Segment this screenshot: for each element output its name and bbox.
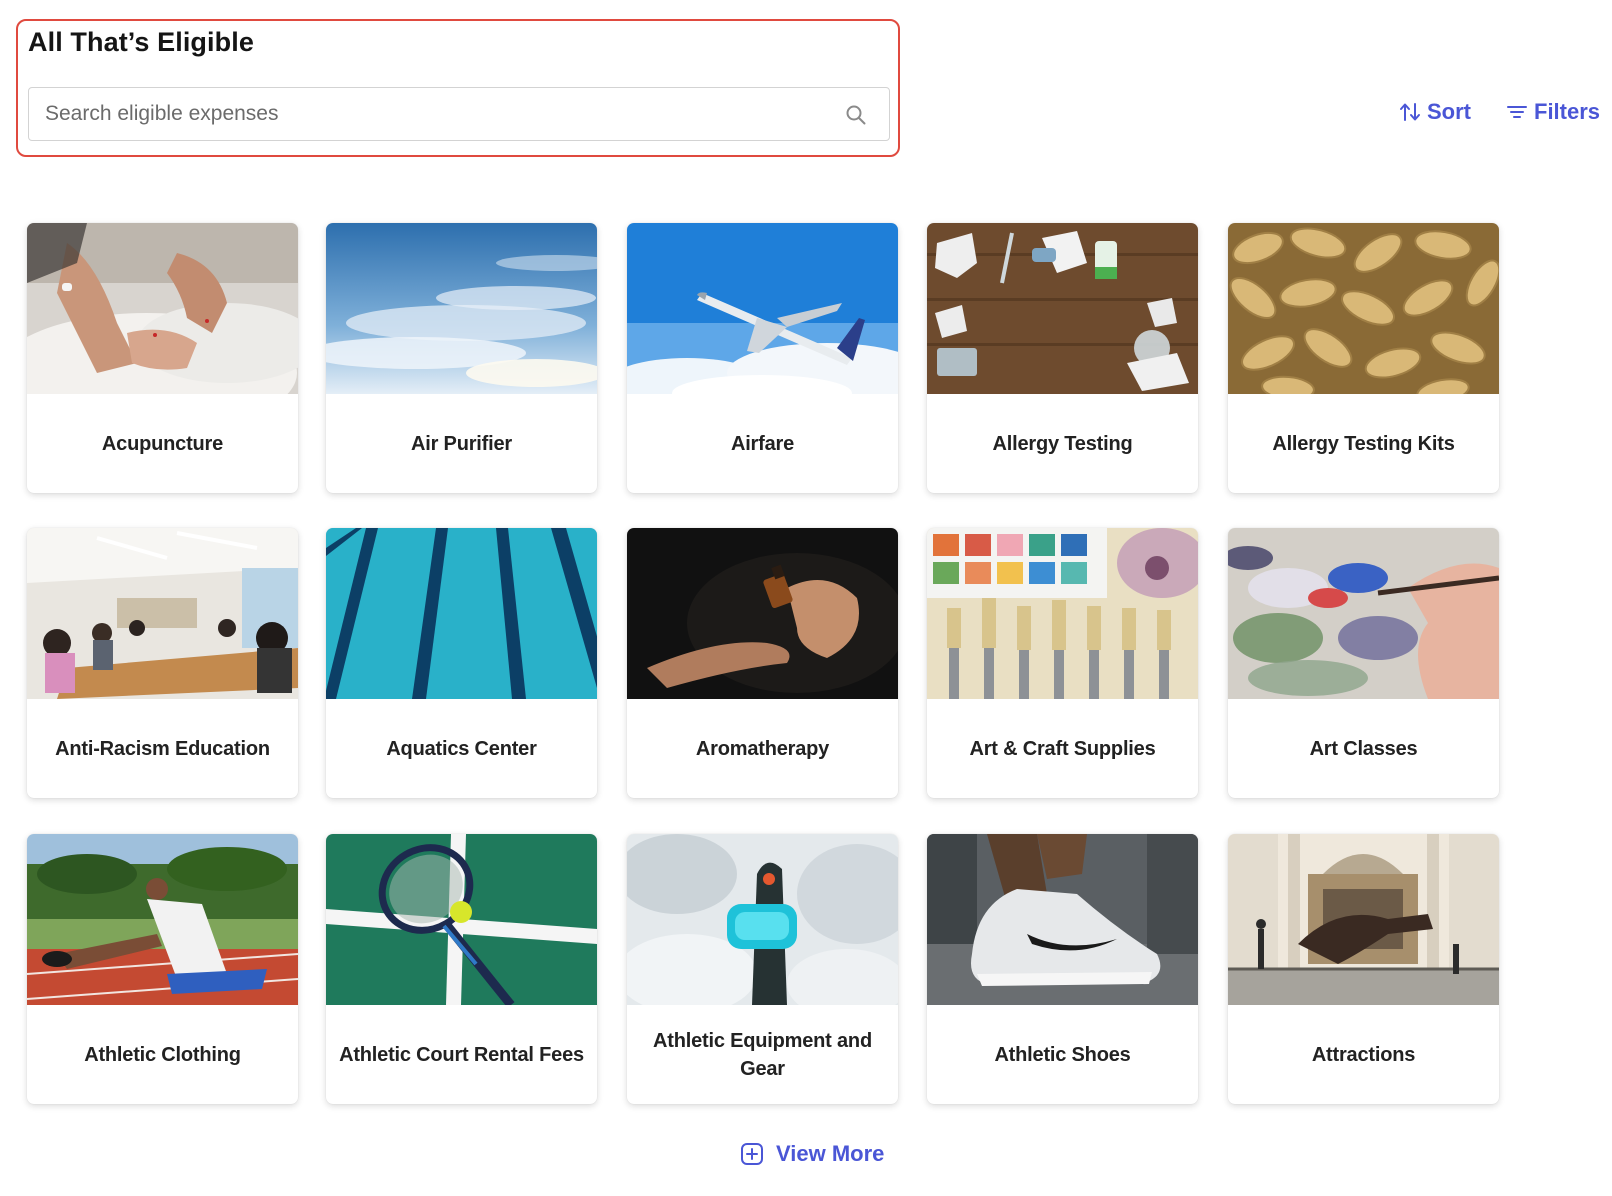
airplane-photo xyxy=(627,223,898,394)
sort-arrows-icon xyxy=(1400,103,1420,121)
view-more-label: View More xyxy=(776,1141,885,1166)
card-label: Acupuncture xyxy=(101,432,224,455)
card-label: Allergy Testing Kits xyxy=(1272,432,1455,455)
expense-card[interactable]: Air Purifier xyxy=(326,223,597,493)
tissues-medicine-photo xyxy=(927,223,1198,394)
expense-card[interactable]: Allergy Testing xyxy=(927,223,1198,493)
expense-card[interactable]: Aquatics Center xyxy=(326,528,597,798)
pool-lanes-photo xyxy=(326,528,597,699)
search-box[interactable] xyxy=(28,87,890,141)
plus-square-icon xyxy=(741,1143,763,1165)
sky-photo xyxy=(326,223,597,394)
sort-button[interactable]: Sort xyxy=(1398,96,1471,128)
card-label: Attractions xyxy=(1311,1043,1416,1066)
palette-painting-photo xyxy=(1228,528,1499,699)
card-label: Athletic Shoes xyxy=(994,1043,1131,1066)
card-label: Athletic Equipment and Gear xyxy=(653,1029,872,1080)
card-label: Allergy Testing xyxy=(992,432,1133,455)
search-input[interactable] xyxy=(30,89,820,139)
acupuncture-photo xyxy=(27,223,298,394)
card-label: Aquatics Center xyxy=(386,737,537,760)
card-label: Anti-Racism Education xyxy=(55,737,270,760)
track-stretch-photo xyxy=(27,834,298,1005)
search-icon[interactable] xyxy=(845,104,867,126)
view-more-button[interactable]: View More xyxy=(740,1137,884,1171)
filter-lines-icon xyxy=(1507,106,1527,118)
page-title: All That’s Eligible xyxy=(28,27,254,57)
expense-card[interactable]: Athletic Court Rental Fees xyxy=(326,834,597,1104)
expense-card[interactable]: Art & Craft Supplies xyxy=(927,528,1198,798)
essential-oil-hands-photo xyxy=(627,528,898,699)
card-label: Aromatherapy xyxy=(695,737,830,760)
tennis-racket-photo xyxy=(326,834,597,1005)
museum-dinosaur-photo xyxy=(1228,834,1499,1005)
expense-card[interactable]: Allergy Testing Kits xyxy=(1228,223,1499,493)
sort-label: Sort xyxy=(1427,99,1471,124)
expense-card[interactable]: Athletic Clothing xyxy=(27,834,298,1104)
sneaker-photo xyxy=(927,834,1198,1005)
card-label: Air Purifier xyxy=(411,432,512,455)
card-label: Art & Craft Supplies xyxy=(969,737,1156,760)
expense-card[interactable]: Athletic Equipment and Gear xyxy=(627,834,898,1104)
conference-room-photo xyxy=(27,528,298,699)
card-label: Art Classes xyxy=(1309,737,1418,760)
peanuts-photo xyxy=(1228,223,1499,394)
expense-card[interactable]: Acupuncture xyxy=(27,223,298,493)
expense-card[interactable]: Airfare xyxy=(627,223,898,493)
card-label: Airfare xyxy=(730,432,795,455)
expense-card[interactable]: Anti-Racism Education xyxy=(27,528,298,798)
expense-card[interactable]: Athletic Shoes xyxy=(927,834,1198,1104)
card-label: Athletic Clothing xyxy=(84,1043,241,1066)
search-section: All That’s Eligible xyxy=(16,19,900,157)
filters-button[interactable]: Filters xyxy=(1505,96,1600,128)
expense-card[interactable]: Aromatherapy xyxy=(627,528,898,798)
paints-brushes-photo xyxy=(927,528,1198,699)
snow-goggles-photo xyxy=(627,834,898,1005)
filters-label: Filters xyxy=(1534,99,1601,124)
expense-card[interactable]: Art Classes xyxy=(1228,528,1499,798)
card-label: Athletic Court Rental Fees xyxy=(339,1043,584,1066)
expense-card[interactable]: Attractions xyxy=(1228,834,1499,1104)
